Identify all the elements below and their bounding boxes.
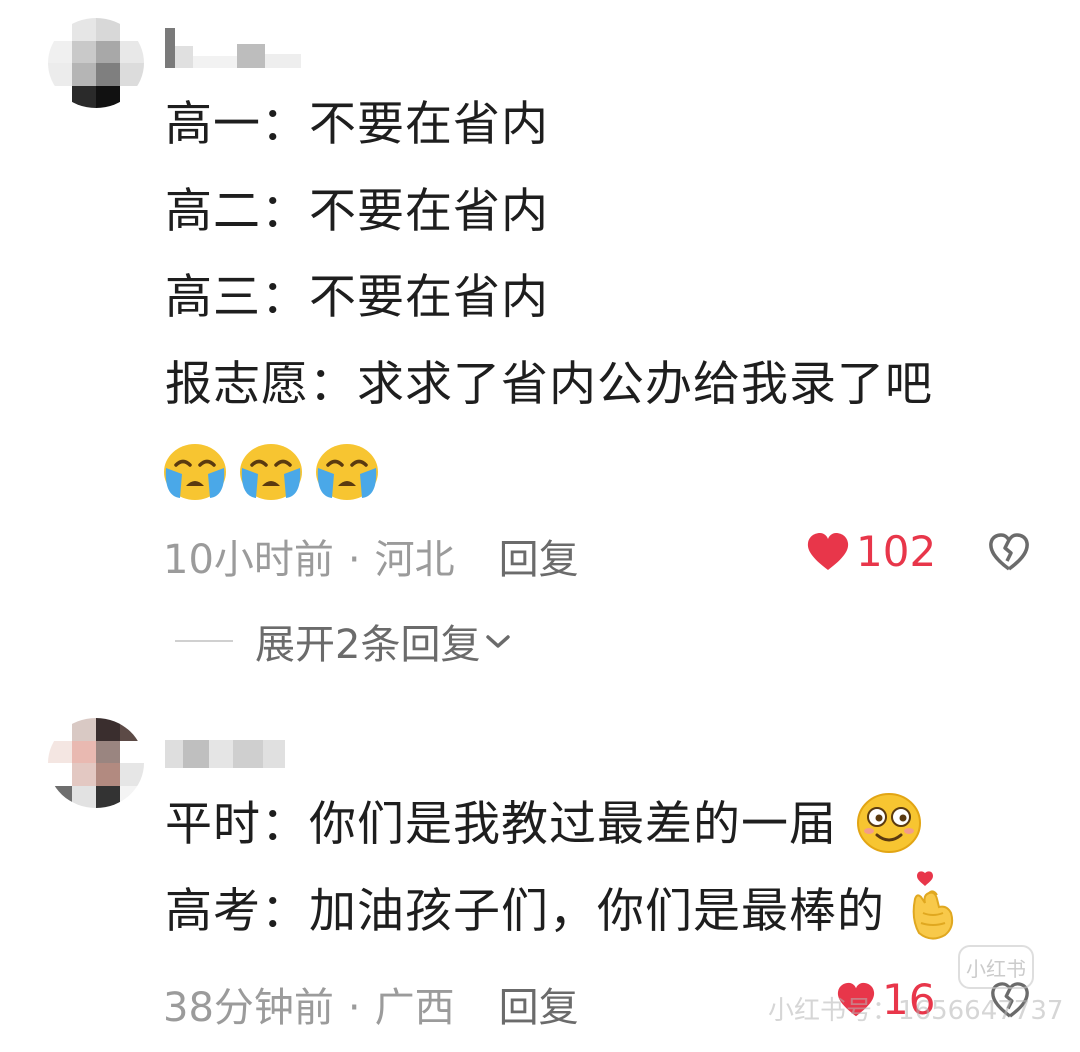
- reply-button[interactable]: 回复: [499, 985, 579, 1031]
- comment-meta: 38分钟前 · 广西 回复: [163, 975, 579, 1033]
- meta-separator: ·: [347, 537, 361, 583]
- comment-text-line: 高考：加油孩子们，你们是最棒的: [165, 870, 959, 943]
- comment-location: 河北: [374, 537, 455, 583]
- crying-face-icon: [240, 444, 302, 500]
- finger-heart-icon: [912, 870, 954, 939]
- comment-text-line: 高一：不要在省内: [165, 97, 549, 152]
- expand-replies-button[interactable]: 展开2条回复: [175, 612, 512, 670]
- watermark-text: 小红书号：1656647737: [768, 996, 1064, 1026]
- divider: [175, 640, 233, 642]
- comment-location: 广西: [374, 985, 455, 1031]
- comment-meta: 10小时前 · 河北 回复: [163, 527, 579, 585]
- broken-heart-icon[interactable]: [988, 533, 1030, 571]
- avatar[interactable]: [48, 718, 144, 808]
- comment-text-line: 报志愿：求求了省内公办给我录了吧: [165, 357, 933, 412]
- like-button[interactable]: 102: [806, 527, 936, 576]
- crying-face-icon: [316, 444, 378, 500]
- comment-text: 高考：加油孩子们，你们是最棒的: [165, 884, 885, 939]
- comment-text-line: 高三：不要在省内: [165, 270, 549, 325]
- watermark-badge: 小红书: [958, 945, 1034, 989]
- crying-face-icon: [164, 444, 226, 500]
- smiley-face-icon: [856, 792, 921, 853]
- comment-text-line: 平时：你们是我教过最差的一届: [165, 792, 923, 855]
- chevron-down-icon: [486, 635, 511, 648]
- comment-text-line: 高二：不要在省内: [165, 184, 549, 239]
- comment-text: 平时：你们是我教过最差的一届: [165, 797, 837, 852]
- comment-time: 10小时前: [163, 537, 334, 583]
- reply-button[interactable]: 回复: [499, 537, 579, 583]
- heart-filled-icon: [807, 532, 849, 570]
- username[interactable]: [165, 728, 305, 768]
- avatar[interactable]: [48, 18, 144, 108]
- username[interactable]: [165, 28, 305, 68]
- like-count: 102: [856, 527, 937, 576]
- emoji-row: [160, 438, 382, 502]
- meta-separator: ·: [347, 985, 361, 1031]
- comment-time: 38分钟前: [163, 985, 334, 1031]
- expand-replies-label: 展开2条回复: [255, 622, 481, 668]
